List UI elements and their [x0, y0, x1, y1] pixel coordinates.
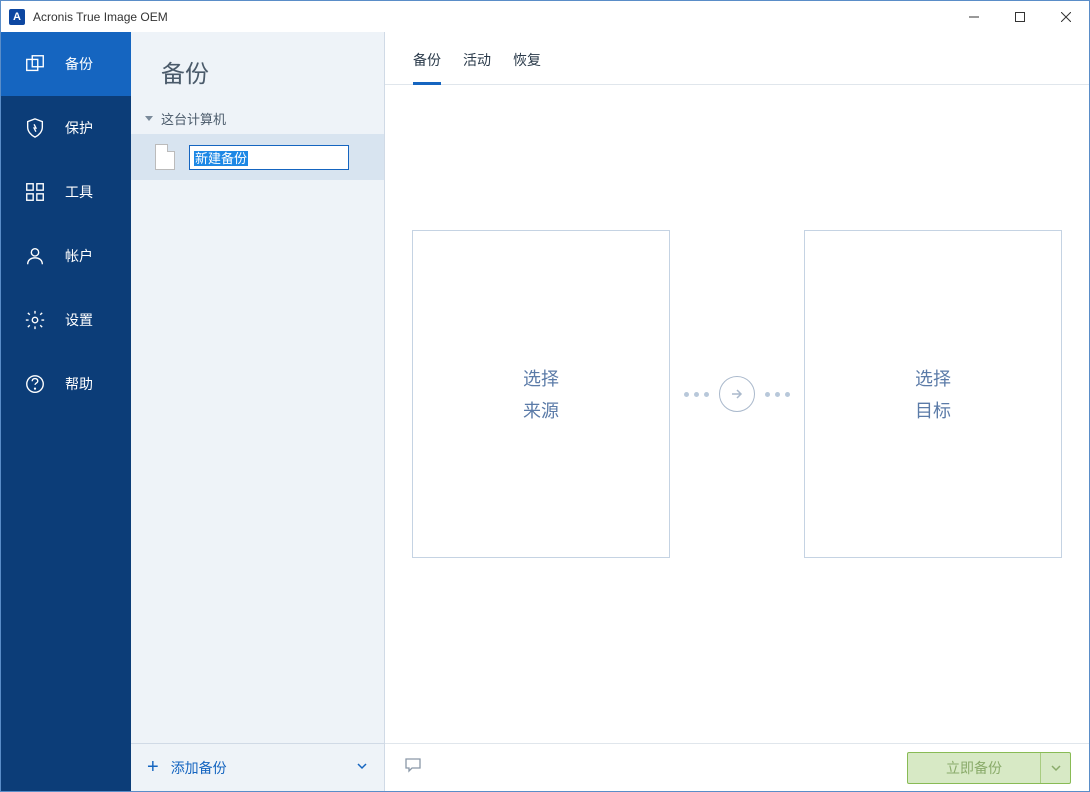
sidebar-nav: 备份 保护 工具 帐户 设置 帮助	[1, 32, 131, 791]
nav-protection[interactable]: 保护	[1, 96, 131, 160]
help-icon	[23, 372, 47, 396]
tree-this-pc[interactable]: 这台计算机	[131, 103, 384, 134]
backup-now-dropdown[interactable]	[1040, 753, 1070, 783]
nav-settings-label: 设置	[65, 310, 93, 330]
select-target-box[interactable]: 选择 目标	[804, 230, 1062, 558]
file-icon	[155, 144, 175, 170]
add-backup-dropdown[interactable]	[356, 759, 368, 777]
flow-arrow	[684, 376, 790, 412]
close-button[interactable]	[1043, 1, 1089, 32]
panel-title: 备份	[131, 32, 384, 103]
grid-icon	[23, 180, 47, 204]
nav-help[interactable]: 帮助	[1, 352, 131, 416]
titlebar: A Acronis True Image OEM	[1, 1, 1089, 32]
user-icon	[23, 244, 47, 268]
tree-this-pc-label: 这台计算机	[161, 109, 226, 128]
add-backup-button[interactable]: + 添加备份	[147, 756, 356, 779]
backup-now-button[interactable]: 立即备份	[907, 752, 1071, 784]
plus-icon: +	[147, 756, 159, 779]
backup-item[interactable]: 新建备份	[131, 134, 384, 180]
target-label-2: 目标	[915, 397, 951, 423]
nav-protection-label: 保护	[65, 118, 93, 138]
target-label-1: 选择	[915, 365, 951, 391]
app-icon: A	[9, 9, 25, 25]
backup-now-label: 立即备份	[908, 758, 1040, 778]
app-title: Acronis True Image OEM	[33, 10, 951, 24]
nav-account[interactable]: 帐户	[1, 224, 131, 288]
gear-icon	[23, 308, 47, 332]
comments-icon[interactable]	[403, 755, 423, 780]
backup-panel: 备份 这台计算机 新建备份 + 添加备份	[131, 32, 385, 791]
nav-settings[interactable]: 设置	[1, 288, 131, 352]
maximize-button[interactable]	[997, 1, 1043, 32]
backup-name-input[interactable]: 新建备份	[189, 145, 349, 170]
add-backup-label: 添加备份	[171, 758, 227, 778]
nav-backup[interactable]: 备份	[1, 32, 131, 96]
select-source-box[interactable]: 选择 来源	[412, 230, 670, 558]
nav-tools-label: 工具	[65, 182, 93, 202]
minimize-button[interactable]	[951, 1, 997, 32]
nav-backup-label: 备份	[65, 54, 93, 74]
backup-icon	[23, 52, 47, 76]
shield-icon	[23, 116, 47, 140]
chevron-down-icon	[145, 116, 153, 121]
nav-account-label: 帐户	[65, 246, 93, 266]
source-label-1: 选择	[523, 365, 559, 391]
arrow-right-icon	[719, 376, 755, 412]
nav-help-label: 帮助	[65, 374, 93, 394]
source-label-2: 来源	[523, 397, 559, 423]
nav-tools[interactable]: 工具	[1, 160, 131, 224]
main-area: 备份 活动 恢复 选择 来源 选择 目标	[385, 32, 1089, 791]
